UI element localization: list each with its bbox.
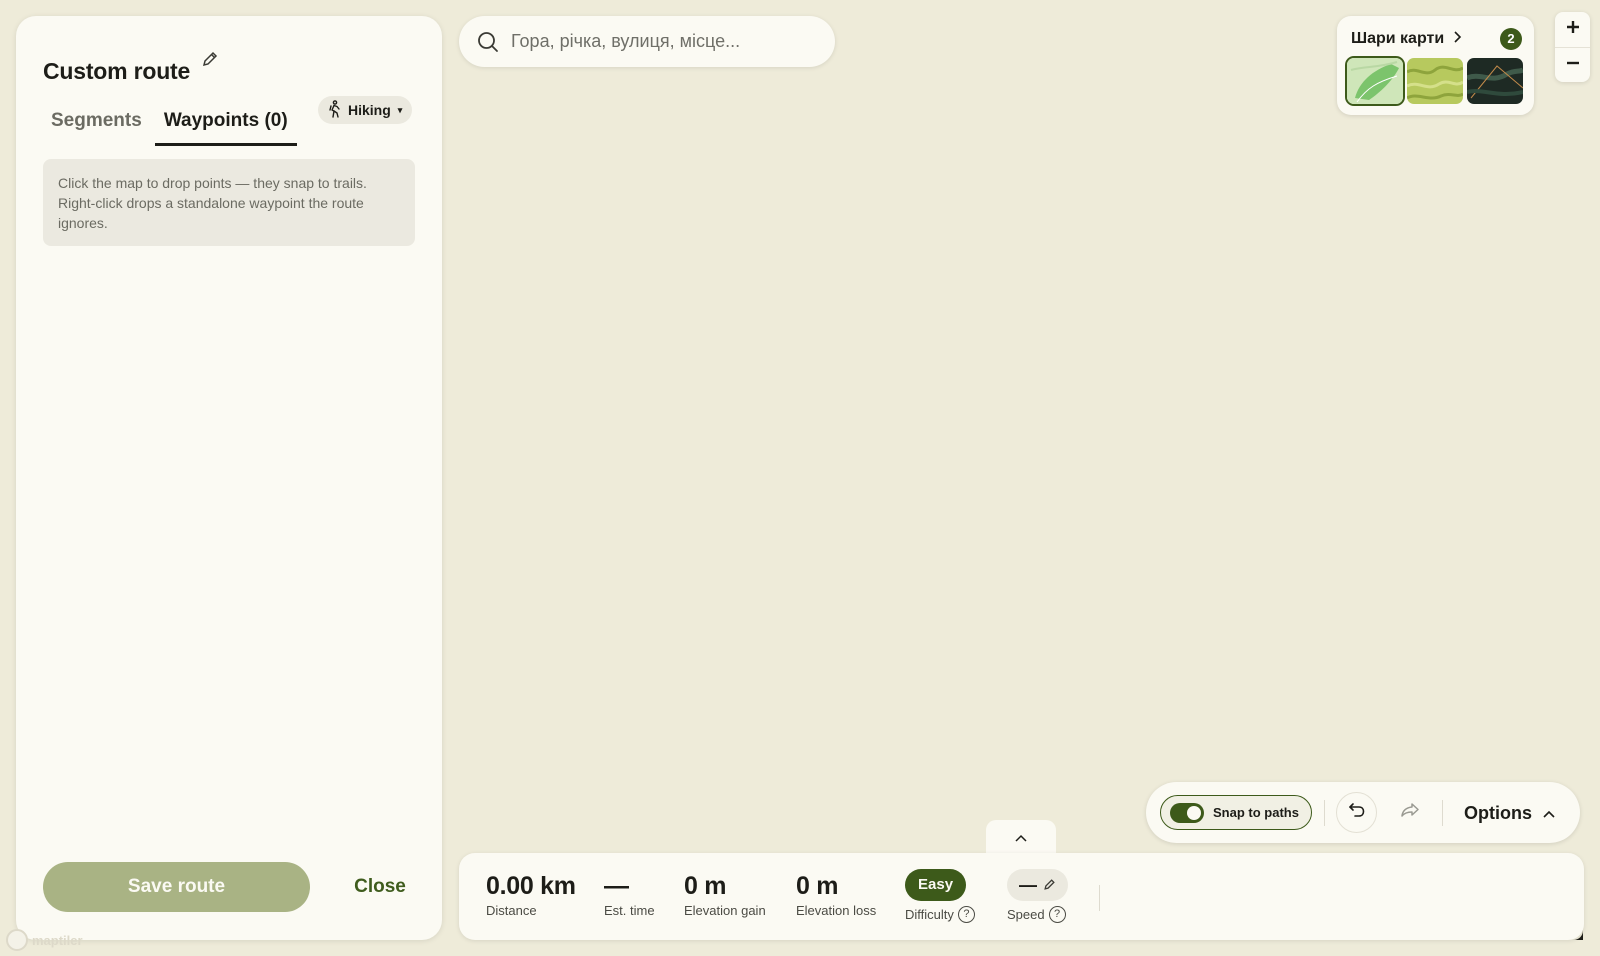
route-toolbar: Snap to paths Options bbox=[1146, 782, 1580, 843]
distance-value: 0.00 km bbox=[486, 872, 576, 900]
snap-to-paths-label: Snap to paths bbox=[1213, 805, 1299, 820]
map-layers-title: Шари карти bbox=[1351, 30, 1445, 47]
hiker-icon bbox=[328, 99, 344, 121]
speed-label: Speed bbox=[1007, 907, 1045, 922]
route-panel: Custom route Segments Waypoints (0) Hiki… bbox=[16, 16, 442, 940]
chevron-right-icon bbox=[1452, 30, 1462, 49]
tab-waypoints[interactable]: Waypoints (0) bbox=[154, 94, 297, 149]
search-bar bbox=[459, 16, 835, 67]
maptiler-logo-icon bbox=[6, 929, 28, 951]
activity-mode-dropdown[interactable]: Hiking ▾ bbox=[318, 96, 413, 124]
minus-icon bbox=[1565, 55, 1581, 76]
zoom-control bbox=[1555, 12, 1590, 82]
speed-edit-button[interactable]: — bbox=[1007, 869, 1068, 901]
chevron-up-icon bbox=[1542, 803, 1556, 824]
zoom-in-button[interactable] bbox=[1555, 12, 1590, 47]
speed-value: — bbox=[1019, 874, 1037, 895]
search-input[interactable] bbox=[511, 26, 811, 56]
stat-elevation-loss: 0 m Elevation loss bbox=[796, 871, 876, 918]
share-arrow-icon bbox=[1400, 802, 1420, 823]
elevation-gain-label: Elevation gain bbox=[684, 903, 766, 918]
distance-label: Distance bbox=[486, 903, 537, 918]
stat-time: — Est. time bbox=[604, 871, 655, 918]
pencil-icon bbox=[1043, 875, 1056, 896]
layer-thumb-terrain[interactable] bbox=[1407, 58, 1463, 104]
pencil-icon bbox=[201, 50, 219, 73]
close-button[interactable]: Close bbox=[332, 862, 428, 912]
resize-corner-icon bbox=[1569, 926, 1585, 942]
map-attribution[interactable]: maptiler bbox=[6, 928, 83, 952]
route-stats-bar: 0.00 km Distance — Est. time 0 m Elevati… bbox=[459, 853, 1584, 940]
snap-to-paths-toggle[interactable]: Snap to paths bbox=[1160, 795, 1312, 830]
attribution-text: maptiler bbox=[32, 932, 83, 948]
edit-title-button[interactable] bbox=[196, 47, 224, 75]
search-icon bbox=[476, 30, 500, 54]
undo-button[interactable] bbox=[1336, 792, 1377, 833]
route-title: Custom route bbox=[43, 58, 191, 84]
toggle-switch bbox=[1170, 802, 1204, 823]
stat-distance: 0.00 km Distance bbox=[486, 871, 576, 918]
difficulty-badge[interactable]: Easy bbox=[905, 869, 967, 901]
zoom-out-button[interactable] bbox=[1555, 47, 1590, 82]
stat-elevation-gain: 0 m Elevation gain bbox=[684, 871, 766, 918]
save-route-button[interactable]: Save route bbox=[43, 862, 310, 912]
stat-difficulty: Easy Difficulty ? bbox=[905, 869, 975, 923]
layers-count-badge: 2 bbox=[1500, 28, 1522, 50]
stat-speed: — Speed ? bbox=[1007, 869, 1068, 923]
undo-icon bbox=[1348, 802, 1366, 823]
tab-segments[interactable]: Segments bbox=[42, 94, 151, 149]
options-button[interactable]: Options bbox=[1464, 798, 1556, 828]
time-label: Est. time bbox=[604, 903, 655, 918]
toolbar-divider bbox=[1442, 800, 1443, 826]
layer-thumbnails bbox=[1347, 58, 1523, 104]
difficulty-label: Difficulty bbox=[905, 907, 954, 922]
time-value: — bbox=[604, 872, 629, 900]
elevation-loss-value: 0 m bbox=[796, 872, 839, 900]
share-button[interactable] bbox=[1389, 792, 1430, 833]
activity-mode-label: Hiking bbox=[348, 102, 391, 118]
elevation-gain-value: 0 m bbox=[684, 872, 727, 900]
elevation-loss-label: Elevation loss bbox=[796, 903, 877, 918]
chevron-up-icon bbox=[1014, 830, 1028, 848]
layer-thumb-outdoor[interactable] bbox=[1347, 58, 1403, 104]
options-label: Options bbox=[1464, 802, 1532, 823]
help-icon[interactable]: ? bbox=[1048, 906, 1066, 923]
layer-thumb-satellite[interactable] bbox=[1467, 58, 1523, 104]
stats-divider bbox=[1099, 885, 1100, 911]
caret-down-icon: ▾ bbox=[397, 104, 403, 115]
toolbar-divider bbox=[1324, 800, 1325, 826]
panel-tabs: Segments Waypoints (0) bbox=[42, 94, 301, 149]
hint-box: Click the map to drop points — they snap… bbox=[43, 159, 415, 246]
plus-icon bbox=[1565, 19, 1581, 40]
map-layers-button[interactable]: Шари карти bbox=[1351, 28, 1462, 50]
map-layers-panel: Шари карти 2 bbox=[1337, 16, 1534, 115]
help-icon[interactable]: ? bbox=[957, 906, 975, 923]
